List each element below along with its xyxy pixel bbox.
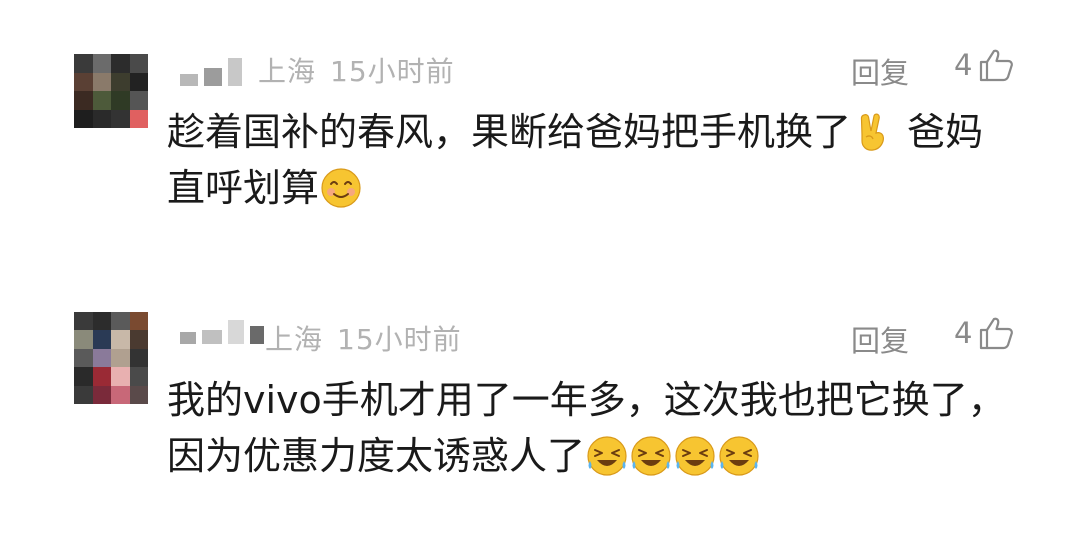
comment-text: 趁着国补的春风，果断给爸妈把手机换了 爸妈直呼划算	[167, 104, 1017, 216]
location-label: 上海	[258, 55, 317, 88]
reply-button[interactable]: 回复	[851, 318, 909, 360]
like-button[interactable]: 4	[954, 316, 1014, 350]
thumbs-up-icon	[980, 317, 1014, 350]
avatar[interactable]	[74, 312, 148, 404]
like-button[interactable]: 4	[954, 48, 1014, 82]
laughing-crying-emoji	[631, 436, 671, 476]
laughing-crying-emoji	[675, 436, 715, 476]
reply-button[interactable]: 回复	[851, 50, 909, 92]
laughing-crying-emoji	[719, 436, 759, 476]
location-label: 上海	[265, 323, 324, 356]
comment-item: 上海 15小时前 回复 4 我的vivo手机才用了一年多，这次我也把它换了，因为优…	[0, 280, 1080, 548]
comment-item: 上海 15小时前 回复 4 趁着国补的春风，果断给爸妈把手机换了 爸妈直呼划算	[0, 0, 1080, 280]
thumbs-up-icon	[980, 49, 1014, 82]
laughing-crying-emoji	[587, 436, 627, 476]
username-blurred[interactable]	[180, 58, 242, 86]
smiling-face-emoji	[321, 168, 361, 208]
comment-text-part: 趁着国补的春风，果断给爸妈把手机换了	[167, 110, 852, 154]
comment-text: 我的vivo手机才用了一年多，这次我也把它换了，因为优惠力度太诱惑人了	[167, 372, 1017, 484]
username-blurred[interactable]	[180, 320, 264, 344]
victory-hand-emoji	[860, 113, 884, 151]
avatar[interactable]	[74, 54, 148, 128]
comment-meta: 上海 15小时前	[258, 50, 455, 90]
comment-meta: 上海 15小时前	[265, 318, 462, 358]
like-count: 4	[954, 48, 973, 82]
like-count: 4	[954, 316, 973, 350]
timestamp: 15小时前	[330, 55, 455, 88]
timestamp: 15小时前	[337, 323, 462, 356]
